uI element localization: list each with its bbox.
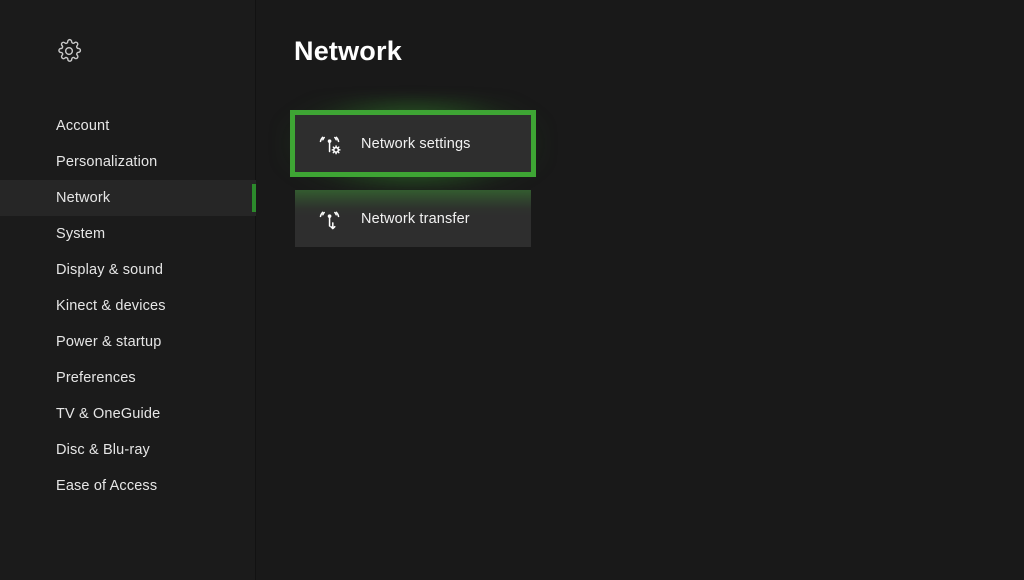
- sidebar-item-disc-and-bluray[interactable]: Disc & Blu-ray: [0, 432, 256, 468]
- network-transfer-icon: [317, 206, 343, 232]
- sidebar-item-preferences[interactable]: Preferences: [0, 360, 256, 396]
- sidebar-item-label: TV & OneGuide: [56, 406, 161, 422]
- sidebar-item-network[interactable]: Network: [0, 180, 256, 216]
- tile-label: Network transfer: [361, 210, 470, 227]
- sidebar-item-label: Kinect & devices: [56, 298, 166, 314]
- sidebar: Account Personalization Network System D…: [0, 0, 256, 580]
- tile-network-transfer[interactable]: Network transfer: [295, 190, 531, 247]
- main-content: Network Network settings Network transfe…: [256, 0, 1024, 580]
- sidebar-item-label: Preferences: [56, 370, 136, 386]
- sidebar-item-label: Display & sound: [56, 262, 164, 278]
- gear-icon: [56, 38, 82, 64]
- sidebar-item-personalization[interactable]: Personalization: [0, 144, 256, 180]
- sidebar-item-kinect-and-devices[interactable]: Kinect & devices: [0, 288, 256, 324]
- sidebar-item-ease-of-access[interactable]: Ease of Access: [0, 468, 256, 504]
- sidebar-item-label: Personalization: [56, 154, 158, 170]
- sidebar-item-account[interactable]: Account: [0, 108, 256, 144]
- sidebar-item-label: Ease of Access: [56, 478, 158, 494]
- network-settings-icon: [317, 131, 343, 157]
- sidebar-item-display-and-sound[interactable]: Display & sound: [0, 252, 256, 288]
- sidebar-item-label: Network: [56, 190, 111, 206]
- sidebar-item-label: System: [56, 226, 106, 242]
- sidebar-item-power-and-startup[interactable]: Power & startup: [0, 324, 256, 360]
- page-title: Network: [294, 36, 402, 66]
- sidebar-item-label: Disc & Blu-ray: [56, 442, 150, 458]
- tile-network-settings[interactable]: Network settings: [295, 115, 531, 172]
- sidebar-item-label: Power & startup: [56, 334, 162, 350]
- sidebar-item-label: Account: [56, 118, 110, 134]
- settings-screen: Account Personalization Network System D…: [0, 0, 1024, 580]
- sidebar-item-system[interactable]: System: [0, 216, 256, 252]
- tile-label: Network settings: [361, 135, 471, 152]
- sidebar-item-tv-and-oneguide[interactable]: TV & OneGuide: [0, 396, 256, 432]
- sidebar-nav: Account Personalization Network System D…: [0, 108, 256, 504]
